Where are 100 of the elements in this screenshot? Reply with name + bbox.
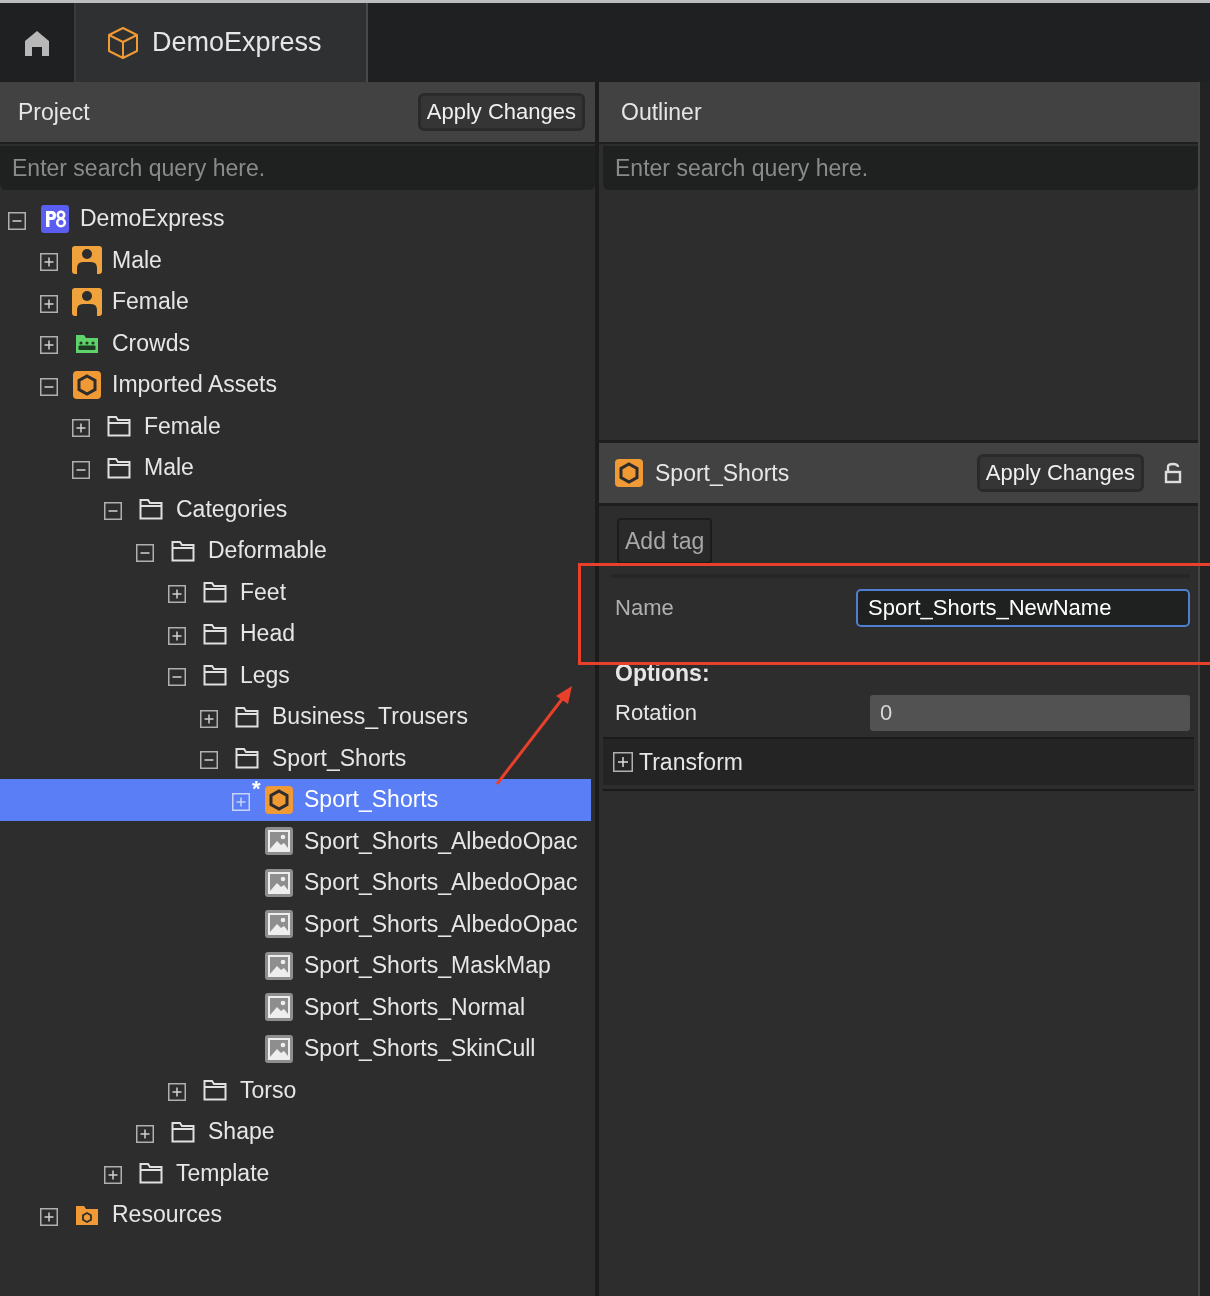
image-icon	[265, 910, 293, 939]
tree-item-label: Sport_Shorts_MaskMap	[304, 952, 551, 980]
collapse-icon[interactable]	[200, 751, 218, 770]
panel-title: Project	[18, 98, 90, 126]
tree-item[interactable]: Business_Trousers	[0, 696, 591, 738]
collapse-icon[interactable]	[40, 377, 58, 396]
tree-item[interactable]: Female	[0, 281, 591, 323]
apply-changes-button[interactable]: Apply Changes	[417, 93, 585, 131]
tree-item-label: Imported Assets	[112, 371, 277, 399]
person-icon	[72, 246, 102, 275]
expand-icon[interactable]	[72, 419, 90, 438]
collapse-icon[interactable]	[168, 668, 186, 687]
tree-item[interactable]: Feet	[0, 571, 591, 613]
lock-icon[interactable]	[1164, 462, 1183, 484]
tree-item-label: Categories	[176, 495, 288, 523]
rotation-field[interactable]: 0	[870, 695, 1191, 731]
tree-item-label: Crowds	[112, 329, 190, 357]
tree-item[interactable]: Male	[0, 239, 591, 281]
tree-item-label: Female	[112, 288, 189, 316]
folder-icon	[107, 456, 131, 479]
tree-item-label: Male	[112, 246, 162, 274]
home-icon	[23, 28, 51, 57]
folder-icon	[139, 1162, 163, 1185]
add-tag-button[interactable]: Add tag	[617, 518, 713, 564]
expand-icon[interactable]	[40, 294, 58, 313]
folder-icon	[75, 1203, 99, 1226]
image-icon	[265, 951, 293, 980]
tree-item[interactable]: Male	[0, 447, 591, 489]
person-icon	[72, 287, 102, 316]
tree-item-label: DemoExpress	[80, 205, 225, 233]
tree-item[interactable]: Sport_Shorts	[0, 737, 591, 779]
inspector-title: Sport_Shorts	[655, 459, 791, 487]
tree-item[interactable]: Head	[0, 613, 591, 655]
tree-item[interactable]: Torso	[0, 1069, 591, 1111]
folder-icon	[203, 1079, 227, 1102]
tree-item-label: Sport_Shorts_Normal	[304, 993, 526, 1021]
tree-item-label: Legs	[240, 661, 290, 689]
tree-item[interactable]: Imported Assets	[0, 364, 591, 406]
tree-item[interactable]: Deformable	[0, 530, 591, 572]
section-header[interactable]: Transform	[603, 737, 1195, 785]
tree-item[interactable]: DemoExpress	[0, 198, 591, 240]
collapse-icon[interactable]	[72, 460, 90, 479]
expand-icon[interactable]	[40, 253, 58, 272]
search-field[interactable]: Enter search query here.	[0, 146, 595, 190]
expand-icon	[613, 752, 633, 772]
image-icon	[265, 868, 293, 897]
expand-icon[interactable]	[136, 1124, 154, 1143]
expand-icon[interactable]	[40, 1207, 58, 1226]
collapse-icon[interactable]	[136, 543, 154, 562]
project-tab[interactable]: DemoExpress	[76, 3, 368, 82]
expand-icon[interactable]	[168, 1083, 186, 1102]
tree-item[interactable]: Sport_Shorts_AlbedoOpac	[0, 903, 591, 945]
tree-item[interactable]: Shape	[0, 1111, 591, 1153]
tree-item[interactable]: Template	[0, 1152, 591, 1194]
tree-item[interactable]: Sport_Shorts_SkinCull	[0, 1028, 591, 1070]
tree-item-label: Sport_Shorts_AlbedoOpac	[304, 869, 578, 897]
tree-item[interactable]: Categories	[0, 488, 591, 530]
tree-item-label: Business_Trousers	[272, 703, 468, 731]
tree-item[interactable]: * Sport_Shorts	[0, 779, 591, 821]
panel-title: Outliner	[621, 98, 702, 126]
tree-item[interactable]: Sport_Shorts_AlbedoOpac	[0, 862, 591, 904]
search-field[interactable]: Enter search query here.	[603, 146, 1199, 190]
tree-item[interactable]: Legs	[0, 654, 591, 696]
folder-icon	[235, 747, 259, 770]
section-heading: Options:	[615, 660, 711, 687]
image-icon	[265, 993, 293, 1022]
tree-item[interactable]: Resources	[0, 1194, 591, 1236]
field-label: Name	[615, 595, 674, 621]
image-icon	[265, 1034, 293, 1063]
folder-icon	[235, 705, 259, 728]
tree-item[interactable]: Sport_Shorts_AlbedoOpac	[0, 820, 591, 862]
tree-item-label: Torso	[240, 1076, 297, 1104]
expand-icon[interactable]	[40, 336, 58, 355]
collapse-icon[interactable]	[104, 502, 122, 521]
tree-item-label: Template	[176, 1159, 270, 1187]
expand-icon[interactable]	[168, 585, 186, 604]
expand-icon[interactable]	[200, 709, 218, 728]
folder-icon	[203, 581, 227, 604]
folder-icon	[171, 1120, 195, 1143]
tree-item[interactable]: Sport_Shorts_Normal	[0, 986, 591, 1028]
apply-changes-button[interactable]: Apply Changes	[976, 454, 1145, 492]
collapse-icon[interactable]	[8, 211, 26, 230]
tree-item[interactable]: Sport_Shorts_MaskMap	[0, 945, 591, 987]
tree-item-label: Resources	[112, 1201, 222, 1229]
tree-item-label: Female	[144, 412, 221, 440]
tree-item-label: Feet	[240, 578, 287, 606]
project-icon	[41, 204, 69, 233]
field-label: Rotation	[615, 700, 697, 726]
tree-item[interactable]: Crowds	[0, 322, 591, 364]
folder-icon	[203, 664, 227, 687]
tree-item-label: Sport_Shorts	[272, 744, 407, 772]
name-field[interactable]: Sport_Shorts_NewName	[856, 589, 1191, 627]
expand-icon[interactable]	[104, 1166, 122, 1185]
folder-icon	[203, 622, 227, 645]
folder-icon	[107, 415, 131, 438]
tree-item[interactable]: Female	[0, 405, 591, 447]
expand-icon[interactable]	[168, 626, 186, 645]
cube-icon	[106, 25, 140, 60]
folder-icon	[171, 539, 195, 562]
tree-item-label: Sport_Shorts_AlbedoOpac	[304, 827, 578, 855]
